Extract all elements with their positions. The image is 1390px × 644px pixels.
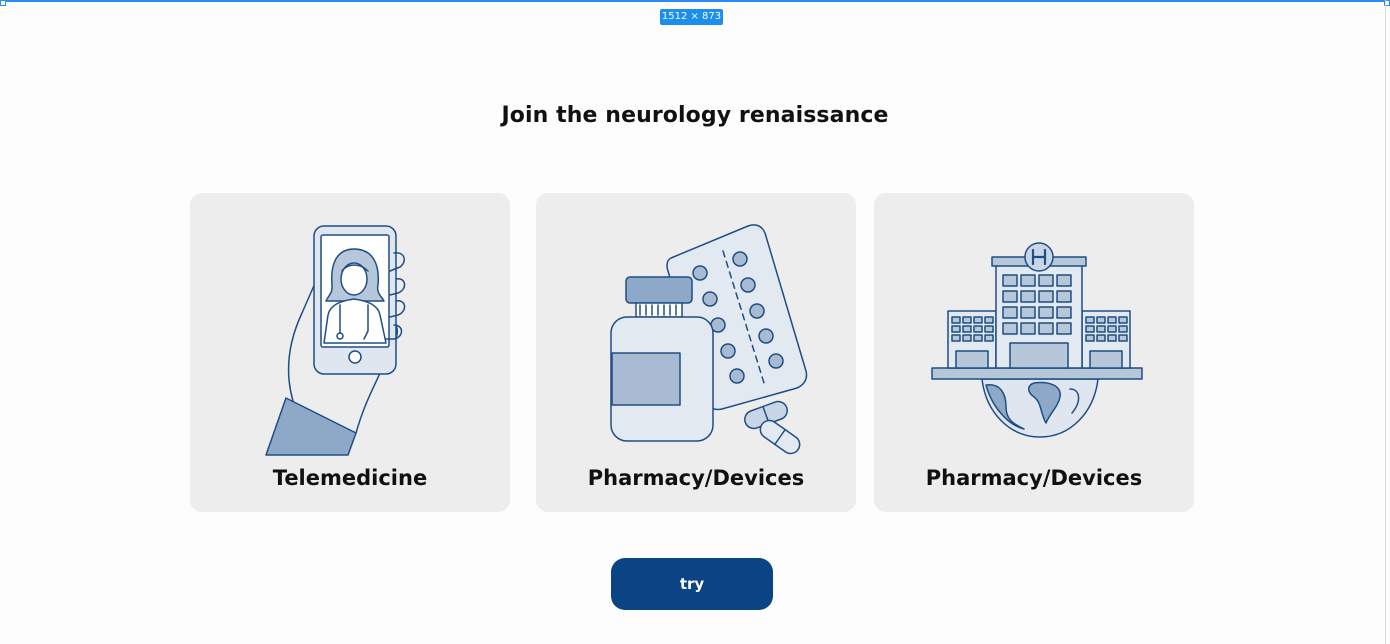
card-pharmacy-devices[interactable]: Pharmacy/Devices: [536, 193, 856, 512]
try-button[interactable]: try: [611, 558, 773, 610]
hospital-globe-icon: [931, 242, 1143, 438]
card-label-pharmacy-devices: Pharmacy/Devices: [587, 466, 805, 490]
page-title: Join the neurology renaissance: [501, 103, 889, 128]
card-pharmacy-devices-hospital[interactable]: Pharmacy/Devices: [874, 193, 1194, 512]
card-label-pharmacy-devices-hospital: Pharmacy/Devices: [925, 466, 1143, 490]
frame-selection-border: [0, 0, 1390, 2]
frame-size-badge: 1512 × 873: [660, 9, 723, 25]
frame-scrollbar-edge: [1385, 0, 1386, 644]
frame-handle-left[interactable]: [0, 0, 6, 6]
card-telemedicine[interactable]: Telemedicine: [190, 193, 510, 512]
phone-doctor-icon: [265, 225, 406, 456]
pill-bottle-icon: [610, 224, 808, 455]
card-label-telemedicine: Telemedicine: [272, 466, 428, 490]
